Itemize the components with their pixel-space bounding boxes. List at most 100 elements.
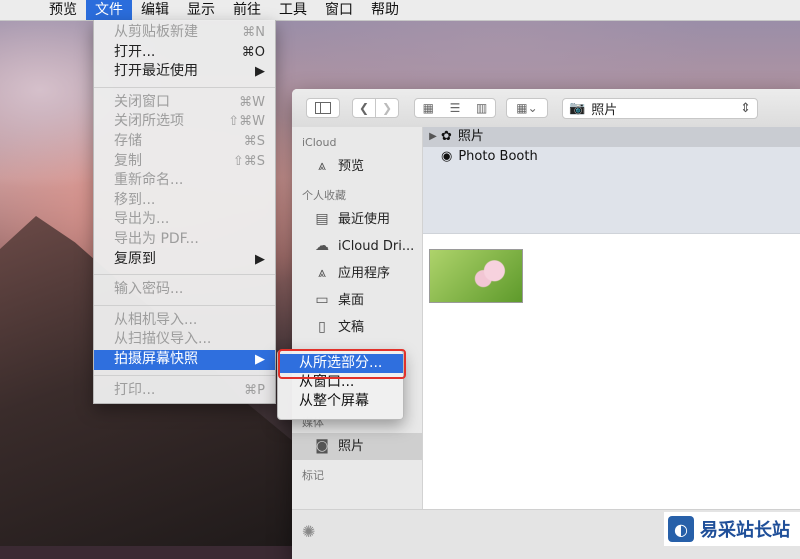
sidebar-item-label: 照片	[338, 439, 365, 454]
sidebar-item-photos[interactable]: ◙ 照片	[292, 433, 422, 460]
menu-item-label: 导出为...	[114, 211, 170, 228]
menu-item-label: 从扫描仪导入...	[114, 331, 212, 348]
menu-separator	[94, 274, 275, 276]
app-icon: ⩓	[318, 265, 326, 281]
photo-thumbnail[interactable]	[429, 249, 523, 303]
view-mode-group: ▦ ☰ ▥	[414, 98, 496, 118]
path-popup[interactable]: 📷 照片 ⇕	[562, 98, 758, 119]
menu-item-enter-password[interactable]: 输入密码...	[94, 280, 275, 300]
column-pane: ▶ ✿ 照片 ◉ Photo Booth	[423, 127, 800, 234]
sidebar-item-documents[interactable]: ▯ 文稿	[292, 314, 422, 341]
chevron-right-icon: ❯	[381, 101, 393, 115]
column-row-label: Photo Booth	[458, 149, 538, 164]
menu-item-new-from-clipboard[interactable]: 从剪贴板新建 ⌘N	[94, 23, 275, 43]
finder-sidebar: iCloud ⩓ 预览 个人收藏 ▤ 最近使用 ☁ iCloud Dri... …	[292, 127, 423, 559]
finder-toolbar: ❮ ❯ ▦ ☰ ▥ ▦⌄ 📷 照片 ⇕	[292, 89, 800, 128]
menu-item-label: 复制	[114, 152, 142, 169]
recent-icon: ▤	[315, 211, 329, 227]
submenu-arrow-icon: ▶	[255, 251, 265, 267]
menu-item-shortcut: ⌘N	[242, 25, 265, 40]
submenu-item-entire-screen[interactable]: 从整个屏幕	[278, 392, 403, 411]
watermark-logo-icon: ◐	[668, 516, 694, 542]
photos-icon: ✿	[441, 129, 452, 144]
menu-item-shortcut: ⌘O	[241, 44, 265, 60]
path-popup-label: 照片	[591, 103, 618, 118]
menu-item-rename[interactable]: 重新命名...	[94, 171, 275, 191]
sidebar-item-icloud-drive[interactable]: ☁ iCloud Dri...	[292, 233, 422, 260]
document-icon: ▯	[318, 319, 326, 335]
menu-item-revert-to[interactable]: 复原到 ▶	[94, 250, 275, 270]
menu-item-label: 输入密码...	[114, 281, 184, 298]
menu-item-import-camera[interactable]: 从相机导入...	[94, 311, 275, 331]
file-menu: 从剪贴板新建 ⌘N 打开... ⌘O 打开最近使用 ▶ 关闭窗口 ⌘W 关闭所选项 ⇧⌘W…	[93, 20, 276, 405]
list-view-icon[interactable]: ☰	[442, 101, 469, 115]
menu-item-print[interactable]: 打印... ⌘P	[94, 381, 275, 401]
menu-item-export[interactable]: 导出为...	[94, 210, 275, 230]
menu-separator	[94, 374, 275, 376]
menu-item-export-pdf[interactable]: 导出为 PDF...	[94, 230, 275, 250]
back-button[interactable]: ❮	[352, 98, 376, 118]
sidebar-item-preview[interactable]: ⩓ 预览	[292, 153, 422, 180]
menu-go[interactable]: 前往	[224, 0, 270, 20]
menu-bar: 预览 文件 编辑 显示 前往 工具 窗口 帮助	[0, 0, 800, 21]
menu-help[interactable]: 帮助	[362, 0, 408, 20]
sidebar-item-recent[interactable]: ▤ 最近使用	[292, 206, 422, 233]
app-icon: ⩓	[318, 158, 326, 174]
watermark-text: 易采站长站	[700, 520, 790, 541]
menu-preview[interactable]: 预览	[40, 0, 86, 20]
menu-item-shortcut: ⌘W	[239, 94, 265, 110]
menu-item-take-screenshot[interactable]: 拍摄屏幕快照 ▶	[94, 349, 275, 370]
sidebar-item-desktop[interactable]: ▭ 桌面	[292, 287, 422, 314]
finder-window: ❮ ❯ ▦ ☰ ▥ ▦⌄ 📷 照片 ⇕ iCloud ⩓ 预览 个人收藏 ▤ 最…	[292, 89, 800, 559]
menu-tools[interactable]: 工具	[270, 0, 316, 20]
sidebar-header-tags: 标记	[302, 469, 324, 482]
menu-item-shortcut: ⌘P	[244, 382, 265, 398]
menu-item-open-recent[interactable]: 打开最近使用 ▶	[94, 62, 275, 82]
menu-item-label: 移到...	[114, 191, 156, 208]
menu-item-shortcut: ⇧⌘W	[228, 114, 265, 130]
menu-separator	[94, 86, 275, 88]
arrange-button[interactable]: ▦⌄	[506, 98, 548, 118]
menu-item-close-window[interactable]: 关闭窗口 ⌘W	[94, 93, 275, 113]
menu-item-label: 关闭窗口	[114, 93, 170, 110]
icon-view-icon[interactable]: ▦	[415, 101, 442, 115]
menu-item-label: 打开...	[114, 43, 156, 60]
menu-file[interactable]: 文件	[86, 0, 132, 20]
menu-view[interactable]: 显示	[178, 0, 224, 20]
menu-item-label: 从剪贴板新建	[114, 24, 198, 40]
column-row-photos[interactable]: ▶ ✿ 照片	[423, 127, 800, 147]
sidebar-toggle-button[interactable]	[306, 98, 340, 118]
camera-icon: 📷	[569, 101, 586, 116]
chevron-left-icon: ❮	[358, 101, 370, 115]
sidebar-item-label: 桌面	[338, 293, 365, 308]
menu-item-label: 从相机导入...	[114, 311, 198, 328]
menu-item-move-to[interactable]: 移到...	[94, 191, 275, 211]
menu-window[interactable]: 窗口	[316, 0, 362, 20]
column-row-photobooth[interactable]: ◉ Photo Booth	[423, 147, 800, 167]
desktop-icon: ▭	[315, 292, 329, 308]
submenu-arrow-icon: ▶	[255, 351, 265, 367]
menu-separator	[94, 304, 275, 306]
menu-item-label: 存储	[114, 132, 142, 149]
arrange-icon: ▦⌄	[516, 101, 538, 115]
menu-item-import-scanner[interactable]: 从扫描仪导入...	[94, 330, 275, 350]
loading-spinner-icon: ✺	[302, 522, 316, 541]
menu-edit[interactable]: 编辑	[132, 0, 178, 20]
updown-icon: ⇕	[740, 101, 751, 116]
sidebar-item-label: 预览	[338, 159, 365, 174]
menu-item-label: 关闭所选项	[114, 113, 184, 130]
sidebar-item-label: 最近使用	[338, 212, 391, 227]
menu-item-label: 拍摄屏幕快照	[114, 350, 198, 367]
menu-item-save[interactable]: 存储 ⌘S	[94, 132, 275, 152]
sidebar-item-applications[interactable]: ⩓ 应用程序	[292, 260, 422, 287]
menu-item-open[interactable]: 打开... ⌘O	[94, 43, 275, 63]
menu-item-close-selected[interactable]: 关闭所选项 ⇧⌘W	[94, 112, 275, 132]
menu-item-shortcut: ⇧⌘S	[232, 153, 265, 169]
column-view-icon[interactable]: ▥	[468, 101, 495, 115]
menu-item-label: 重新命名...	[114, 172, 184, 189]
forward-button[interactable]: ❯	[375, 98, 399, 118]
disclosure-triangle-icon[interactable]: ▶	[427, 127, 439, 147]
menu-item-duplicate[interactable]: 复制 ⇧⌘S	[94, 152, 275, 172]
highlight-annotation	[278, 349, 406, 379]
menu-item-label: 导出为 PDF...	[114, 230, 199, 247]
